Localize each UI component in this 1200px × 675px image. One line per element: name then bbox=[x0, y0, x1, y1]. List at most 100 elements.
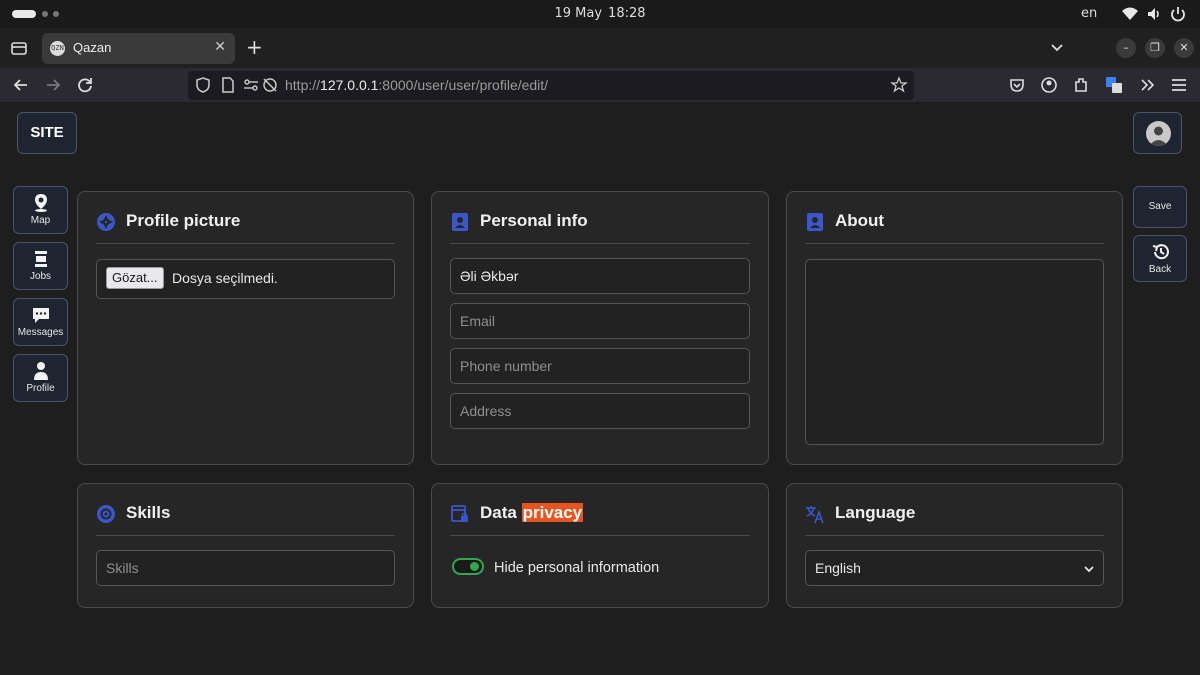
address-field[interactable] bbox=[450, 393, 750, 429]
url-host: 127.0.0.1 bbox=[320, 77, 379, 93]
sidebar-item-profile[interactable]: Profile bbox=[13, 354, 68, 402]
restore-window-icon[interactable]: ❐ bbox=[1145, 38, 1165, 58]
gear-badge-icon bbox=[97, 505, 115, 523]
camera-aperture-icon bbox=[97, 213, 115, 231]
about-textarea[interactable] bbox=[806, 260, 1103, 444]
sidebar-item-label: Map bbox=[30, 215, 51, 226]
save-button[interactable]: Save bbox=[1133, 186, 1187, 228]
tab-overview-icon[interactable] bbox=[8, 37, 30, 59]
phone-input[interactable] bbox=[451, 349, 749, 383]
browse-file-button[interactable]: Gözat... bbox=[106, 267, 164, 289]
sidebar-item-jobs[interactable]: Jobs bbox=[13, 242, 68, 290]
skills-input[interactable] bbox=[97, 551, 394, 585]
card-header: Personal info bbox=[450, 210, 750, 244]
avatar bbox=[1146, 121, 1171, 146]
account-icon[interactable] bbox=[1038, 74, 1060, 96]
pocket-icon[interactable] bbox=[1006, 74, 1028, 96]
file-status-text: Dosya seçilmedi. bbox=[172, 270, 278, 286]
hide-personal-info-label[interactable]: Hide personal information bbox=[494, 560, 659, 576]
wifi-icon[interactable] bbox=[1121, 5, 1139, 23]
url-text[interactable]: http://127.0.0.1:8000/user/user/profile/… bbox=[285, 77, 548, 93]
profile-picture-file-input[interactable]: Gözat... Dosya seçilmedi. bbox=[96, 259, 395, 299]
phone-field[interactable] bbox=[450, 348, 750, 384]
email-input[interactable] bbox=[451, 304, 749, 338]
skills-card: Skills bbox=[77, 483, 414, 608]
sidebar-item-label: Profile bbox=[26, 383, 55, 394]
data-privacy-card: Data privacy Hide personal information bbox=[431, 483, 769, 608]
browser-tab-active[interactable]: QZN Qazan ✕ bbox=[42, 33, 235, 64]
email-field[interactable] bbox=[450, 303, 750, 339]
overflow-chevron-icon[interactable] bbox=[1137, 74, 1159, 96]
translate-icon[interactable] bbox=[1103, 74, 1125, 96]
browser-tab-bar: QZN Qazan ✕ + – ❐ ✕ bbox=[0, 28, 1200, 68]
language-card: Language English bbox=[786, 483, 1123, 608]
card-title: Personal info bbox=[480, 211, 588, 230]
os-time: 18:28 bbox=[608, 6, 646, 21]
forward-arrow-icon[interactable] bbox=[42, 74, 64, 96]
bookmark-star-icon[interactable] bbox=[890, 76, 908, 94]
full-name-input[interactable] bbox=[451, 259, 749, 293]
card-title: Language bbox=[835, 503, 916, 522]
contact-card-icon bbox=[452, 213, 468, 231]
os-top-bar: 19 May 18:28 en bbox=[0, 0, 1200, 28]
back-button[interactable]: Back bbox=[1133, 235, 1187, 282]
address-input[interactable] bbox=[451, 394, 749, 428]
url-bar[interactable]: http://127.0.0.1:8000/user/user/profile/… bbox=[188, 71, 914, 100]
url-path: :8000/user/user/profile/edit/ bbox=[378, 77, 549, 93]
language-selected-value: English bbox=[815, 560, 861, 576]
about-textarea-field[interactable] bbox=[805, 259, 1104, 445]
minimize-window-icon[interactable]: – bbox=[1116, 38, 1136, 58]
card-title: Profile picture bbox=[126, 211, 241, 230]
page-content: SITE Map Jobs Messages Profile Save Back… bbox=[0, 102, 1200, 675]
chat-bubble-icon bbox=[33, 308, 49, 323]
permissions-icon[interactable] bbox=[242, 76, 260, 94]
shield-icon[interactable] bbox=[194, 76, 212, 94]
privacy-lock-icon bbox=[451, 505, 468, 522]
list-all-tabs-icon[interactable] bbox=[1046, 36, 1068, 58]
volume-icon[interactable] bbox=[1145, 5, 1163, 23]
tracking-blocked-icon[interactable] bbox=[261, 76, 279, 94]
tab-favicon: QZN bbox=[50, 41, 65, 56]
hamburger-menu-icon[interactable] bbox=[1168, 74, 1190, 96]
new-tab-icon[interactable]: + bbox=[246, 35, 263, 59]
sidebar-item-map[interactable]: Map bbox=[13, 186, 68, 234]
save-button-label: Save bbox=[1148, 201, 1172, 212]
map-pin-icon bbox=[35, 194, 47, 212]
card-header: Skills bbox=[96, 502, 395, 536]
site-logo[interactable]: SITE bbox=[17, 112, 77, 154]
language-select[interactable]: English bbox=[805, 550, 1104, 586]
sidebar-item-label: Messages bbox=[17, 327, 64, 338]
keyboard-layout[interactable]: en bbox=[1081, 6, 1097, 21]
os-clock[interactable]: 19 May 18:28 bbox=[0, 6, 1200, 21]
card-title-main: Data bbox=[480, 503, 517, 522]
page-info-icon[interactable] bbox=[219, 76, 237, 94]
reload-icon[interactable] bbox=[74, 74, 96, 96]
chevron-down-icon bbox=[1084, 566, 1094, 573]
full-name-field[interactable] bbox=[450, 258, 750, 294]
briefcase-icon bbox=[35, 251, 47, 267]
extensions-icon[interactable] bbox=[1070, 74, 1092, 96]
back-button-label: Back bbox=[1148, 264, 1172, 275]
sidebar-item-label: Jobs bbox=[29, 271, 52, 282]
card-header: Profile picture bbox=[96, 210, 395, 244]
profile-picture-card: Profile picture Gözat... Dosya seçilmedi… bbox=[77, 191, 414, 465]
hide-personal-info-toggle[interactable] bbox=[452, 558, 484, 575]
tab-close-icon[interactable]: ✕ bbox=[214, 39, 226, 55]
tab-title: Qazan bbox=[73, 40, 112, 55]
url-prefix: http:// bbox=[285, 77, 321, 93]
card-title: Skills bbox=[126, 503, 171, 522]
browser-nav-bar: http://127.0.0.1:8000/user/user/profile/… bbox=[0, 68, 1200, 102]
person-icon bbox=[34, 362, 48, 380]
history-icon bbox=[1152, 244, 1169, 260]
translate-icon bbox=[806, 506, 824, 524]
card-title: About bbox=[835, 211, 885, 230]
about-card: About bbox=[786, 191, 1123, 465]
power-icon[interactable] bbox=[1169, 5, 1187, 23]
contact-card-icon bbox=[807, 213, 823, 231]
skills-field[interactable] bbox=[96, 550, 395, 586]
close-window-icon[interactable]: ✕ bbox=[1174, 38, 1194, 58]
sidebar-item-messages[interactable]: Messages bbox=[13, 298, 68, 346]
user-menu-button[interactable] bbox=[1133, 112, 1182, 154]
personal-info-card: Personal info bbox=[431, 191, 769, 465]
back-arrow-icon[interactable] bbox=[10, 74, 32, 96]
